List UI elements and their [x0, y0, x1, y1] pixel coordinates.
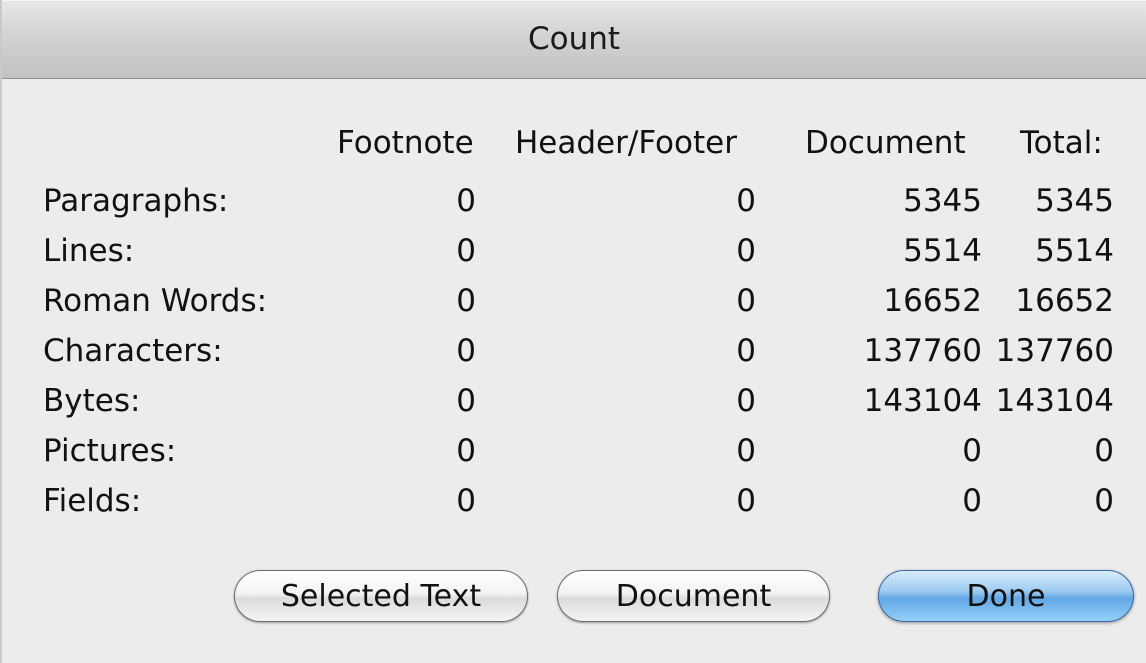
total-value: 5514: [1035, 233, 1114, 269]
footnote-value: 0: [456, 433, 476, 469]
document-value: 0: [962, 483, 982, 519]
header-footer-value: 0: [736, 283, 756, 319]
title-bar[interactable]: Count: [2, 0, 1146, 79]
header-footer-value: 0: [736, 183, 756, 219]
column-header-row: Footnote Header/Footer Document Total:: [2, 110, 1146, 176]
footnote-value: 0: [456, 383, 476, 419]
row-fields: Fields: 0 0 0 0: [2, 476, 1146, 526]
total-value: 0: [1094, 483, 1114, 519]
row-label: Fields:: [43, 483, 142, 519]
footnote-value: 0: [456, 283, 476, 319]
footnote-value: 0: [456, 333, 476, 369]
header-footer-value: 0: [736, 233, 756, 269]
document-value: 137760: [863, 333, 982, 369]
count-table: Footnote Header/Footer Document Total: P…: [2, 110, 1146, 526]
footnote-value: 0: [456, 233, 476, 269]
total-value: 5345: [1035, 183, 1114, 219]
document-button[interactable]: Document: [557, 570, 830, 622]
column-header-total: Total:: [1020, 125, 1103, 161]
footnote-value: 0: [456, 483, 476, 519]
header-footer-value: 0: [736, 433, 756, 469]
total-value: 0: [1094, 433, 1114, 469]
column-header-footnote: Footnote: [337, 125, 474, 161]
row-paragraphs: Paragraphs: 0 0 5345 5345: [2, 176, 1146, 226]
column-header-header-footer: Header/Footer: [515, 125, 737, 161]
document-value: 5514: [903, 233, 982, 269]
row-label: Lines:: [43, 233, 135, 269]
row-bytes: Bytes: 0 0 143104 143104: [2, 376, 1146, 426]
column-header-document: Document: [805, 125, 966, 161]
header-footer-value: 0: [736, 483, 756, 519]
total-value: 137760: [995, 333, 1114, 369]
document-value: 5345: [903, 183, 982, 219]
button-bar: Selected Text Document Done: [2, 570, 1146, 624]
row-lines: Lines: 0 0 5514 5514: [2, 226, 1146, 276]
row-characters: Characters: 0 0 137760 137760: [2, 326, 1146, 376]
total-value: 16652: [1015, 283, 1114, 319]
row-label: Bytes:: [43, 383, 141, 419]
document-value: 143104: [863, 383, 982, 419]
document-value: 16652: [883, 283, 982, 319]
count-dialog: Count Footnote Header/Footer Document To…: [0, 0, 1146, 663]
row-label: Paragraphs:: [43, 183, 229, 219]
done-button[interactable]: Done: [878, 570, 1134, 622]
header-footer-value: 0: [736, 333, 756, 369]
document-value: 0: [962, 433, 982, 469]
row-label: Characters:: [43, 333, 223, 369]
row-pictures: Pictures: 0 0 0 0: [2, 426, 1146, 476]
row-label: Roman Words:: [43, 283, 268, 319]
selected-text-button[interactable]: Selected Text: [234, 570, 528, 622]
row-label: Pictures:: [43, 433, 177, 469]
total-value: 143104: [995, 383, 1114, 419]
window-title: Count: [527, 21, 621, 57]
header-footer-value: 0: [736, 383, 756, 419]
footnote-value: 0: [456, 183, 476, 219]
row-roman-words: Roman Words: 0 0 16652 16652: [2, 276, 1146, 326]
